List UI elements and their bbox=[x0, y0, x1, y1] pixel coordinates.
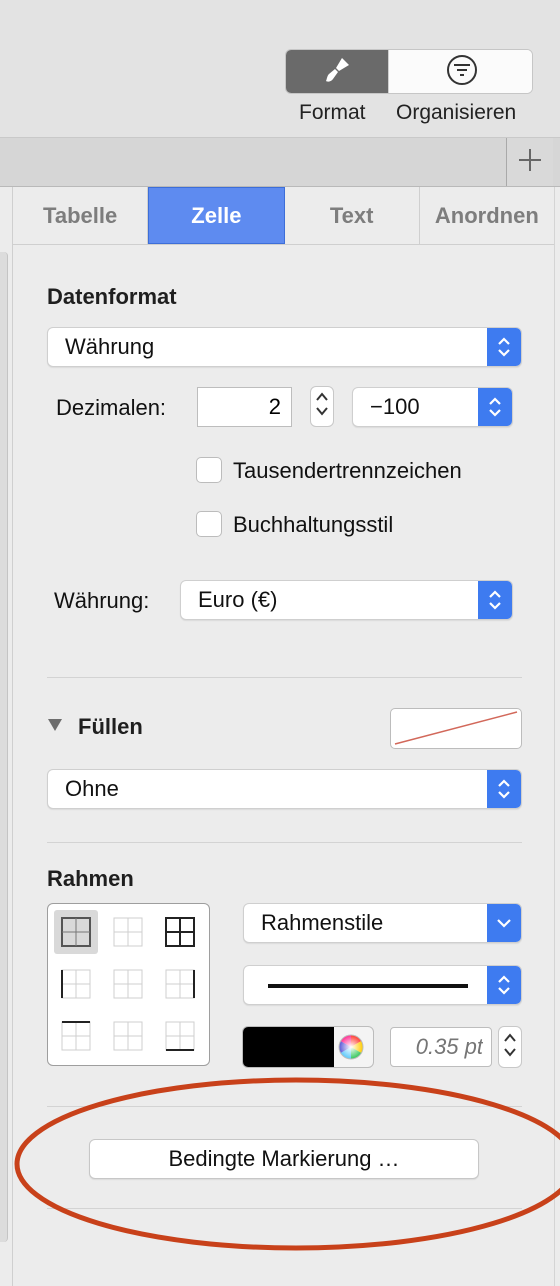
negative-format-value: −100 bbox=[370, 394, 420, 419]
border-inner-icon[interactable] bbox=[106, 910, 150, 954]
paintbrush-icon bbox=[322, 55, 352, 90]
border-top-icon[interactable] bbox=[54, 1014, 98, 1058]
fill-color-well[interactable] bbox=[390, 708, 522, 749]
no-color-icon bbox=[394, 711, 518, 745]
organize-button[interactable] bbox=[388, 50, 532, 93]
currency-value: Euro (€) bbox=[198, 587, 278, 612]
thousands-separator-checkbox[interactable] bbox=[196, 457, 222, 483]
data-format-value: Währung bbox=[65, 334, 155, 359]
updown-chevron-icon bbox=[478, 388, 512, 426]
border-left-icon[interactable] bbox=[54, 962, 98, 1006]
decimals-field[interactable] bbox=[197, 387, 292, 427]
annotation-ellipse bbox=[14, 1077, 560, 1251]
format-label: Format bbox=[299, 101, 366, 124]
updown-chevron-icon bbox=[478, 581, 512, 619]
updown-chevron-icon bbox=[487, 966, 521, 1004]
decimals-stepper[interactable] bbox=[310, 386, 334, 427]
currency-popup[interactable]: Euro (€) bbox=[180, 580, 513, 620]
disclosure-triangle-icon[interactable] bbox=[47, 718, 63, 737]
stepper-arrows-icon bbox=[315, 389, 329, 424]
tab-tabelle[interactable]: Tabelle bbox=[13, 187, 149, 244]
thousands-separator-label: Tausendertrennzeichen bbox=[233, 458, 462, 483]
accounting-style-label: Buchhaltungsstil bbox=[233, 512, 394, 537]
border-middle-icon[interactable] bbox=[106, 1014, 150, 1058]
border-right-icon[interactable] bbox=[158, 962, 202, 1006]
chevron-down-icon bbox=[487, 904, 521, 942]
separator bbox=[47, 677, 522, 678]
border-title: Rahmen bbox=[47, 866, 134, 891]
separator bbox=[47, 842, 522, 843]
data-format-title: Datenformat bbox=[47, 284, 177, 309]
negative-format-popup[interactable]: −100 bbox=[352, 387, 513, 427]
tab-zelle[interactable]: Zelle bbox=[148, 187, 285, 244]
solid-line-preview bbox=[268, 984, 468, 988]
filter-icon bbox=[445, 53, 479, 92]
tab-anordnen[interactable]: Anordnen bbox=[420, 187, 554, 244]
tab-strip bbox=[0, 138, 560, 187]
organize-label: Organisieren bbox=[396, 101, 517, 124]
color-wheel-icon[interactable] bbox=[336, 1032, 366, 1062]
border-all-icon[interactable] bbox=[158, 910, 202, 954]
currency-label: Währung: bbox=[54, 588, 150, 613]
accounting-style-checkbox[interactable] bbox=[196, 511, 222, 537]
inspector-tabs: Tabelle Zelle Text Anordnen bbox=[13, 187, 554, 245]
border-style-popup[interactable]: Rahmenstile bbox=[243, 903, 522, 943]
fill-type-value: Ohne bbox=[65, 776, 119, 801]
border-all-outer-icon[interactable] bbox=[54, 910, 98, 954]
tab-text[interactable]: Text bbox=[285, 187, 420, 244]
border-selector bbox=[47, 903, 210, 1066]
data-format-popup[interactable]: Währung bbox=[47, 327, 522, 367]
border-bottom-icon[interactable] bbox=[158, 1014, 202, 1058]
updown-chevron-icon bbox=[487, 328, 521, 366]
border-center-icon[interactable] bbox=[106, 962, 150, 1006]
fill-type-popup[interactable]: Ohne bbox=[47, 769, 522, 809]
plus-icon bbox=[517, 147, 543, 178]
line-style-popup[interactable] bbox=[243, 965, 522, 1005]
updown-chevron-icon bbox=[487, 770, 521, 808]
format-organize-segmented-control bbox=[285, 49, 533, 94]
decimals-label: Dezimalen: bbox=[56, 395, 167, 420]
format-button[interactable] bbox=[286, 50, 388, 93]
add-sheet-button[interactable] bbox=[506, 138, 553, 186]
fill-title: Füllen bbox=[78, 714, 143, 739]
border-style-value: Rahmenstile bbox=[261, 910, 384, 935]
